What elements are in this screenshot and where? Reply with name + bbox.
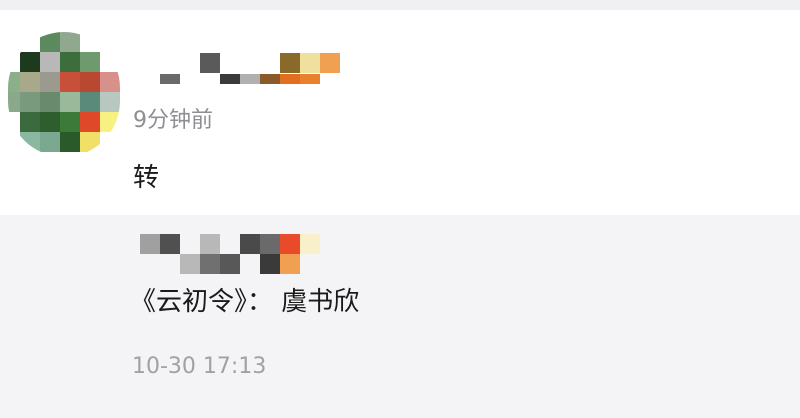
repost-card[interactable] xyxy=(0,215,800,418)
avatar[interactable] xyxy=(8,32,120,157)
repost-text: 《云初令》： 虞书欣 xyxy=(130,287,360,317)
top-separator xyxy=(0,0,800,10)
repost-username-mosaic[interactable] xyxy=(140,234,330,276)
comment-timestamp: 9分钟前 xyxy=(133,108,213,133)
comment-text: 转 xyxy=(133,163,160,193)
comment-card[interactable] xyxy=(0,10,800,215)
repost-timestamp: 10-30 17:13 xyxy=(132,354,267,379)
username-mosaic[interactable] xyxy=(135,42,345,84)
